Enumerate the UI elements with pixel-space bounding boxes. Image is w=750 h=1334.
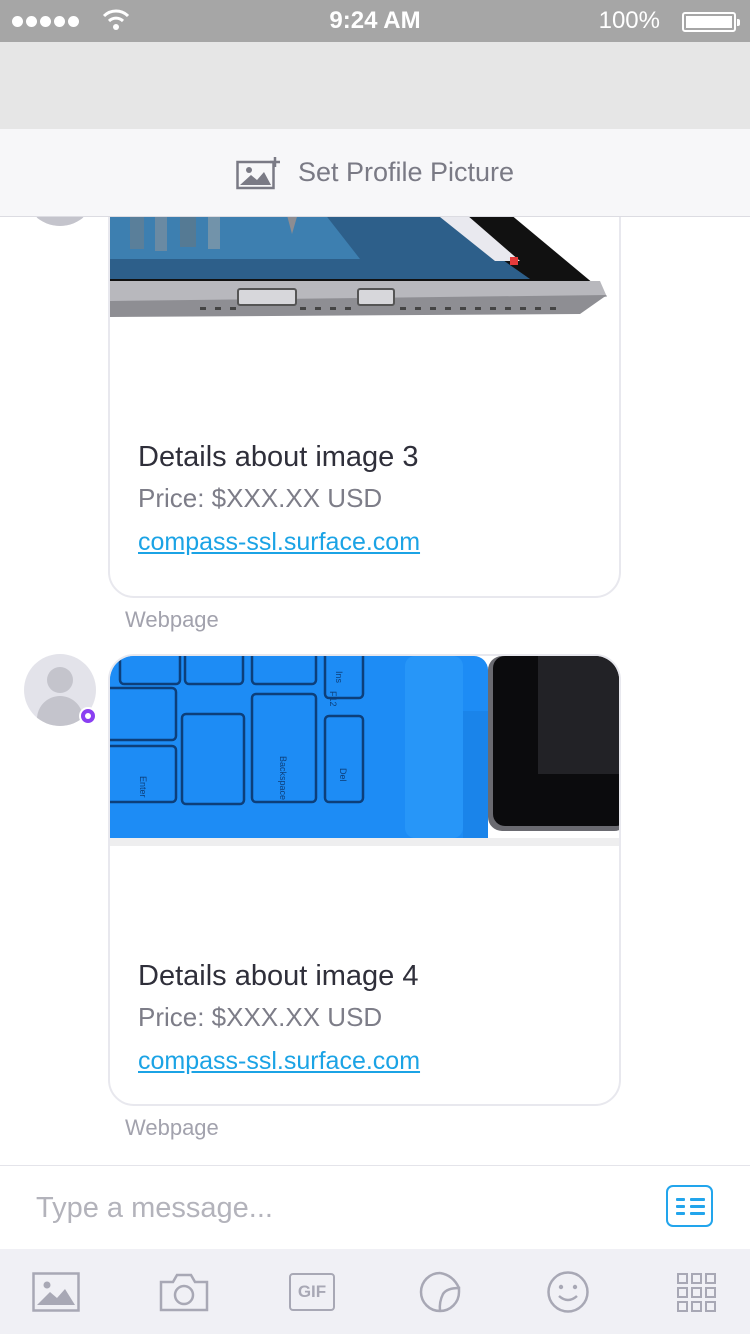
- card-details: Details about image 3 Price: $XXX.XX USD…: [138, 439, 599, 559]
- svg-text:Del: Del: [338, 768, 348, 782]
- svg-text:Backspace: Backspace: [278, 756, 288, 800]
- svg-text:F12: F12: [328, 691, 338, 707]
- nav-bar: [0, 42, 750, 129]
- message-caption: Webpage: [125, 1115, 219, 1140]
- product-card[interactable]: Details about image 3 Price: $XXX.XX USD…: [108, 217, 621, 598]
- emoji-icon[interactable]: [543, 1271, 593, 1313]
- product-image: Enter Backspace Del Ins F12: [110, 656, 619, 856]
- sticker-icon[interactable]: [415, 1271, 465, 1313]
- product-image: [110, 217, 619, 349]
- card-price: Price: $XXX.XX USD: [138, 483, 383, 513]
- card-title: Details about image 3: [138, 441, 419, 473]
- message-caption: Webpage: [125, 607, 219, 632]
- set-profile-picture-label: Set Profile Picture: [297, 157, 515, 187]
- message-composer: [0, 1165, 750, 1250]
- gif-label: GIF: [289, 1273, 335, 1311]
- card-price: Price: $XXX.XX USD: [138, 1002, 383, 1032]
- set-profile-picture-button[interactable]: Set Profile Picture: [0, 129, 750, 217]
- card-link[interactable]: compass-ssl.surface.com: [138, 525, 599, 559]
- attachment-toolbar: GIF: [0, 1249, 750, 1334]
- card-link[interactable]: compass-ssl.surface.com: [138, 1044, 599, 1078]
- avatar[interactable]: [24, 217, 96, 226]
- product-card[interactable]: Enter Backspace Del Ins F12 Details abou…: [108, 654, 621, 1106]
- bot-badge-icon: [79, 707, 97, 725]
- menu-grid-icon[interactable]: [666, 1185, 713, 1227]
- battery-icon: [682, 12, 740, 32]
- image-icon[interactable]: [31, 1271, 81, 1313]
- card-details: Details about image 4 Price: $XXX.XX USD…: [138, 958, 599, 1078]
- chat-thread[interactable]: Details about image 3 Price: $XXX.XX USD…: [0, 217, 750, 1165]
- svg-text:Enter: Enter: [138, 776, 148, 798]
- add-image-icon: [236, 156, 280, 189]
- gif-icon[interactable]: GIF: [287, 1271, 337, 1313]
- message-input[interactable]: [34, 1184, 638, 1232]
- battery-percent: 100%: [598, 7, 660, 34]
- apps-grid-icon[interactable]: [671, 1271, 721, 1313]
- camera-icon[interactable]: [159, 1271, 209, 1313]
- svg-text:Ins: Ins: [334, 671, 344, 684]
- card-title: Details about image 4: [138, 960, 419, 992]
- status-bar: 9:24 AM 100%: [0, 0, 750, 42]
